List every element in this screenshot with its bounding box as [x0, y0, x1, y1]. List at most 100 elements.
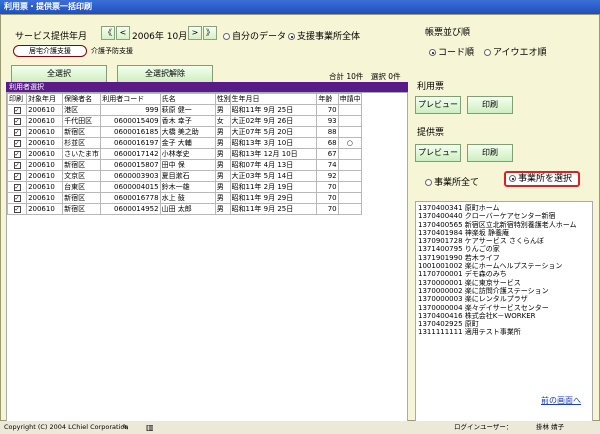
deselect-all-button[interactable]: 全選択解除: [117, 65, 213, 83]
table-cell: 0600015409: [100, 115, 161, 127]
print-checkbox[interactable]: ✓: [13, 184, 21, 191]
list-item[interactable]: 1370402925 原町: [418, 320, 590, 328]
user-grid: 印刷 対象年月 保険者名 利用者コード 氏名 性別 生年月日 年齢 申請中 ✓ 200610 港区 9…: [6, 92, 408, 422]
list-item[interactable]: 1371901990 若木ライフ: [418, 254, 590, 262]
prev-month-button[interactable]: <: [116, 26, 130, 40]
print-checkbox-cell[interactable]: ✓: [6, 203, 28, 215]
table-row[interactable]: ✓ 200610 新宿区 0600016185 大橋 美之助男大正07年 5月 20日 8…: [6, 126, 363, 138]
list-item[interactable]: 1370401984 神楽坂 静養庵: [418, 229, 590, 237]
select-all-button[interactable]: 全選択: [11, 65, 107, 83]
table-row[interactable]: ✓ 200610 新宿区 0600015807 田中 保男昭和07年 4月 13日 74: [6, 159, 363, 171]
print-checkbox-cell[interactable]: ✓: [6, 137, 28, 149]
print-checkbox-cell[interactable]: ✓: [6, 126, 28, 138]
table-row[interactable]: ✓ 200610 千代田区 0600015409 香木 幸子女大正02年 9月 26日 9…: [6, 115, 363, 127]
books-icon[interactable]: ▥: [146, 422, 154, 434]
office-all-option[interactable]: 事業所全て: [425, 175, 479, 188]
sort-code-radio[interactable]: [429, 49, 436, 56]
first-month-button[interactable]: 《: [101, 26, 115, 40]
sort-kana-option[interactable]: アイウエオ順: [484, 45, 547, 58]
list-item[interactable]: 1311111111 適用テスト事業所: [418, 328, 590, 336]
office-list[interactable]: 1370400341 原町ホーム 1370400440 クローバーケアセンター新宿…: [415, 201, 593, 427]
table-cell: 68: [316, 137, 339, 149]
table-cell: 金子 大輔: [159, 137, 216, 149]
tab-home-care-support[interactable]: 居宅介護支援: [13, 45, 87, 57]
sort-kana-radio[interactable]: [484, 49, 491, 56]
table-cell: 昭和11年 9月 25日: [229, 104, 318, 116]
table-row[interactable]: ✓ 200610 新宿区 0600016778 水上 鼓男昭和11年 9月 29日 70: [6, 192, 363, 204]
print-checkbox[interactable]: ✓: [13, 129, 21, 136]
list-item[interactable]: 1001001002 楽にホームヘルプステーション: [418, 262, 590, 270]
scope-all-radio[interactable]: [288, 33, 295, 40]
print-checkbox[interactable]: ✓: [13, 173, 21, 180]
print-checkbox[interactable]: ✓: [13, 140, 21, 147]
table-cell: 0600003903: [100, 170, 161, 182]
print-checkbox-cell[interactable]: ✓: [6, 115, 28, 127]
table-row[interactable]: ✓ 200610 杉並区 0600016197 金子 大輔男昭和13年 3月 10日 68…: [6, 137, 363, 149]
print-checkbox-cell[interactable]: ✓: [6, 148, 28, 160]
list-item[interactable]: 1370400416 株式会社K－WORKER: [418, 312, 590, 320]
table-cell: さいたま市: [62, 148, 102, 160]
table-row[interactable]: ✓ 200610 文京区 0600003903 夏目漱石男大正03年 5月 14日 92: [6, 170, 363, 182]
login-user: 掛林 婧子: [536, 423, 565, 431]
print-checkbox[interactable]: ✓: [13, 195, 21, 202]
list-item[interactable]: 1370000004 楽々デイサービスセンター: [418, 304, 590, 312]
print-checkbox-cell[interactable]: ✓: [6, 170, 28, 182]
print-checkbox-cell[interactable]: ✓: [6, 159, 28, 171]
print-checkbox[interactable]: ✓: [13, 118, 21, 125]
table-cell: 男: [214, 148, 231, 160]
back-link[interactable]: 前の画面へ: [541, 395, 581, 406]
table-cell: [337, 170, 363, 182]
list-item[interactable]: 1370000001 楽に東京サービス: [418, 279, 590, 287]
main-frame: サービス提供年月 《 < 2006年 10月 > 》 自分のデータ 支援事業所全…: [0, 14, 600, 427]
office-select-option[interactable]: 事業所を選択: [504, 171, 580, 187]
scope-all-option[interactable]: 支援事業所全体: [288, 29, 360, 42]
table-cell: 新宿区: [62, 126, 102, 138]
table-cell: 999: [100, 104, 161, 116]
next-month-button[interactable]: >: [188, 26, 202, 40]
list-item[interactable]: 1370000002 楽に訪問介護ステーション: [418, 287, 590, 295]
usage-preview-button[interactable]: プレビュー: [415, 96, 461, 114]
table-cell: 水上 鼓: [159, 192, 216, 204]
scope-own-option[interactable]: 自分のデータ: [223, 29, 286, 42]
tab-preventive-care-support[interactable]: 介護予防支援: [91, 46, 133, 56]
print-checkbox[interactable]: ✓: [13, 162, 21, 169]
table-cell: 0600004015: [100, 181, 161, 193]
table-cell: 88: [316, 126, 339, 138]
table-row[interactable]: ✓ 200610 港区 999 萩原 健一男昭和11年 9月 25日 70: [6, 104, 363, 116]
window-title: 利用票・提供票一括印刷: [0, 0, 600, 14]
grid-header-cell: 性別: [214, 93, 231, 105]
print-checkbox-cell[interactable]: ✓: [6, 104, 28, 116]
grid-header-cell: 利用者コード: [100, 93, 161, 105]
scope-own-radio[interactable]: [223, 33, 230, 40]
print-checkbox[interactable]: ✓: [13, 107, 21, 114]
table-cell: 小林孝史: [159, 148, 216, 160]
table-row[interactable]: ✓ 200610 新宿区 0600014952 山田 太郎男昭和11年 9月 25日 70: [6, 203, 363, 215]
table-row[interactable]: ✓ 200610 台東区 0600004015 鈴木一雄男昭和11年 2月 19日 70: [6, 181, 363, 193]
grid-header-cell: 保険者名: [62, 93, 102, 105]
usage-print-button[interactable]: 印刷: [467, 96, 513, 114]
pen-icon[interactable]: ✎: [122, 422, 129, 434]
office-all-radio[interactable]: [425, 179, 432, 186]
print-checkbox-cell[interactable]: ✓: [6, 181, 28, 193]
list-item[interactable]: 1170700001 デモ森のみち: [418, 270, 590, 278]
table-cell: 昭和11年 9月 25日: [229, 203, 318, 215]
print-checkbox[interactable]: ✓: [13, 206, 21, 213]
office-select-radio[interactable]: [509, 175, 516, 182]
print-checkbox[interactable]: ✓: [13, 151, 21, 158]
print-checkbox-cell[interactable]: ✓: [6, 192, 28, 204]
table-cell: 昭和07年 4月 13日: [229, 159, 318, 171]
provision-preview-button[interactable]: プレビュー: [415, 144, 461, 162]
table-cell: 千代田区: [62, 115, 102, 127]
list-item[interactable]: 1370400341 原町ホーム: [418, 204, 590, 212]
provision-print-button[interactable]: 印刷: [467, 144, 513, 162]
table-cell: 0600015807: [100, 159, 161, 171]
list-item[interactable]: 1370000003 楽にレンタルプラザ: [418, 295, 590, 303]
list-item[interactable]: 1370400565 新宿区立北新宿特別養護老人ホーム: [418, 221, 590, 229]
table-row[interactable]: ✓ 200610 さいたま市 0600017142 小林孝史男昭和13年 12月 10日…: [6, 148, 363, 160]
list-item[interactable]: 1370901728 ケアサービス さくらんぼ: [418, 237, 590, 245]
last-month-button[interactable]: 》: [203, 26, 217, 40]
list-item[interactable]: 1371400795 りんごの家: [418, 245, 590, 253]
list-item[interactable]: 1370400440 クローバーケアセンター新宿: [418, 212, 590, 220]
table-cell: 昭和11年 9月 29日: [229, 192, 318, 204]
sort-code-option[interactable]: コード順: [429, 45, 474, 58]
